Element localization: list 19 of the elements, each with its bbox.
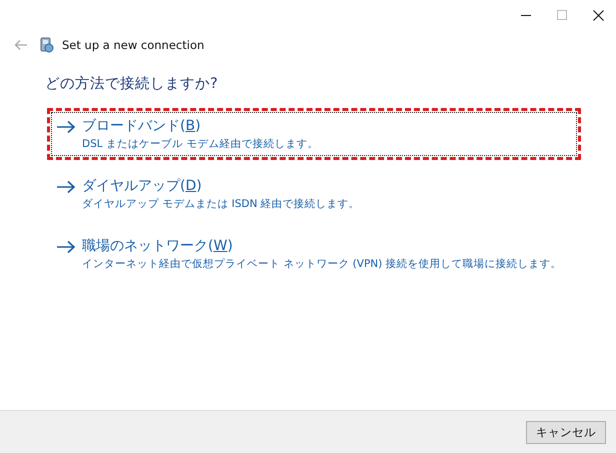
page-heading: どの方法で接続しますか?: [45, 74, 219, 93]
back-arrow-icon: [14, 39, 28, 51]
close-icon: [592, 10, 604, 20]
option-description: ダイヤルアップ モデムまたは ISDN 経由で接続します。: [82, 197, 360, 211]
connection-option[interactable]: ダイヤルアップ(D) ダイヤルアップ モデムまたは ISDN 経由で接続します。: [47, 168, 581, 220]
option-title: ダイヤルアップ(D): [82, 177, 203, 195]
window-title: Set up a new connection: [62, 38, 204, 52]
arrow-icon: [56, 239, 76, 255]
connection-option[interactable]: ブロードバンド(B) DSL またはケーブル モデム経由で接続します。: [47, 108, 581, 160]
connection-option[interactable]: 職場のネットワーク(W) インターネット経由で仮想プライベート ネットワーク (VPN) 接続を使用して職場に接続します。: [47, 228, 581, 280]
arrow-icon: [56, 179, 76, 195]
network-icon: [38, 37, 54, 53]
cancel-button[interactable]: キャンセル: [526, 420, 606, 444]
option-title: ブロードバンド(B): [82, 117, 202, 135]
maximize-icon: [556, 10, 568, 20]
option-description: インターネット経由で仮想プライベート ネットワーク (VPN) 接続を使用して職場に接続します。: [82, 257, 562, 271]
option-description: DSL またはケーブル モデム経由で接続します。: [82, 137, 318, 151]
arrow-icon: [56, 119, 76, 135]
option-title: 職場のネットワーク(W): [82, 237, 234, 255]
